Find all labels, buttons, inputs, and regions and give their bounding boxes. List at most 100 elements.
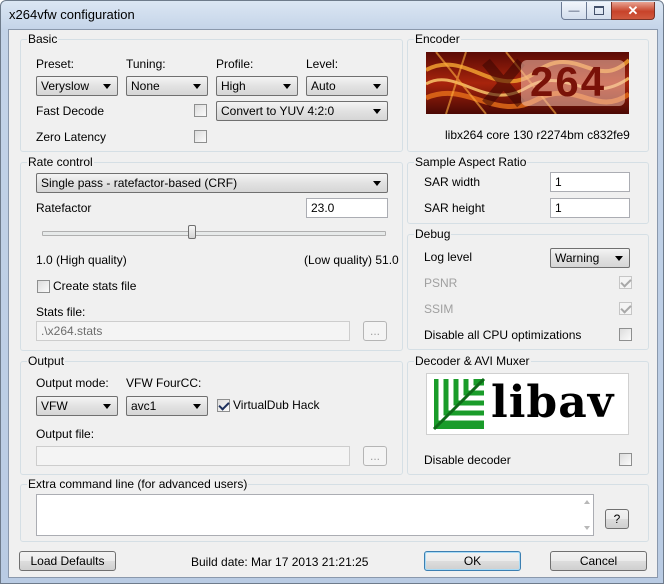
profile-select[interactable]: High [216,76,298,96]
preset-label: Preset: [36,57,75,71]
preset-value: Veryslow [41,79,90,93]
stats-file-value: .\x264.stats [41,324,103,338]
cancel-button[interactable]: Cancel [550,551,647,571]
chevron-down-icon [193,404,201,409]
stats-file-browse-button[interactable]: ... [363,321,387,341]
sar-height-value: 1 [555,201,562,215]
profile-label: Profile: [216,57,254,71]
encoder-group: Encoder 264 libx264 core 130 r2274bm c83… [407,32,649,152]
output-mode-value: VFW [41,399,68,413]
sar-width-input[interactable]: 1 [550,172,630,192]
log-level-select[interactable]: Warning [550,248,630,268]
output-group: Output Output mode: VFW FourCC: VFW avc1… [20,354,403,475]
disable-cpu-checkbox[interactable] [619,328,632,341]
ratefactor-slider-track[interactable] [42,231,386,236]
rate-control-mode-value: Single pass - ratefactor-based (CRF) [41,176,238,190]
sar-group-title: Sample Aspect Ratio [414,155,528,169]
close-button[interactable]: ✕ [611,2,655,20]
output-group-title: Output [27,354,66,368]
disable-decoder-label: Disable decoder [424,453,511,467]
stats-file-label: Stats file: [36,305,86,319]
fast-decode-checkbox[interactable] [194,104,207,117]
chevron-down-icon [283,84,291,89]
libav-logo: libav [426,373,629,435]
level-select[interactable]: Auto [306,76,388,96]
decoder-group: Decoder & AVI Muxer libav Disable decode… [407,354,649,475]
debug-group: Debug Log level Warning PSNR SSIM Disabl… [407,227,649,350]
rate-control-group-title: Rate control [27,155,94,169]
x264-logo-text: 264 [530,58,607,105]
create-stats-label: Create stats file [53,279,137,293]
maximize-icon [594,6,604,15]
chevron-down-icon [615,256,623,261]
encoder-group-title: Encoder [414,32,461,46]
title-bar[interactable]: x264vfw configuration — ✕ [1,1,663,29]
extra-cmdline-group: Extra command line (for advanced users) … [20,477,649,542]
debug-group-title: Debug [414,227,452,241]
stats-file-input[interactable]: .\x264.stats [36,321,350,341]
ratefactor-min-label: 1.0 (High quality) [36,253,127,267]
output-mode-select[interactable]: VFW [36,396,118,416]
output-file-input[interactable] [36,446,350,466]
scroll-up-icon[interactable] [584,500,590,504]
psnr-label: PSNR [424,276,458,290]
extra-cmdline-group-title: Extra command line (for advanced users) [27,477,249,491]
chevron-down-icon [103,404,111,409]
ssim-checkbox[interactable] [619,302,632,315]
decoder-group-title: Decoder & AVI Muxer [414,354,531,368]
output-file-browse-button[interactable]: ... [363,446,387,466]
sar-height-label: SAR height [424,201,485,215]
tuning-select[interactable]: None [126,76,208,96]
fast-decode-label: Fast Decode [36,104,105,118]
vdub-hack-checkbox[interactable] [217,399,230,412]
rate-control-group: Rate control Single pass - ratefactor-ba… [20,155,403,351]
disable-decoder-checkbox[interactable] [619,453,632,466]
extra-cmdline-textarea[interactable] [36,494,594,536]
fourcc-label: VFW FourCC: [126,376,202,390]
load-defaults-button[interactable]: Load Defaults [19,551,116,571]
psnr-checkbox[interactable] [619,276,632,289]
build-date: Build date: Mar 17 2013 21:21:25 [191,555,369,569]
sar-height-input[interactable]: 1 [550,198,630,218]
chevron-down-icon [373,181,381,186]
x264-logo: 264 [426,52,629,114]
ssim-label: SSIM [424,302,454,316]
ratefactor-slider-thumb[interactable] [188,225,197,239]
minimize-button[interactable]: — [561,2,587,20]
sar-width-label: SAR width [424,175,481,189]
create-stats-checkbox[interactable] [37,280,50,293]
chevron-down-icon [193,84,201,89]
ok-button[interactable]: OK [424,551,521,571]
dialog-client-area: Basic Preset: Tuning: Profile: Level: Ve… [8,29,658,578]
scroll-down-icon[interactable] [584,526,590,530]
output-mode-label: Output mode: [36,376,109,390]
chevron-down-icon [103,84,111,89]
encoder-version: libx264 core 130 r2274bm c832fe9 [445,128,630,142]
disable-cpu-label: Disable all CPU optimizations [424,328,582,342]
preset-select[interactable]: Veryslow [36,76,118,96]
libav-logo-text: libav [491,377,615,428]
level-label: Level: [306,57,339,71]
window-title: x264vfw configuration [9,7,135,22]
fourcc-select[interactable]: avc1 [126,396,208,416]
zero-latency-checkbox[interactable] [194,130,207,143]
maximize-button[interactable] [586,2,612,20]
zero-latency-label: Zero Latency [36,130,107,144]
ratefactor-max-label: (Low quality) 51.0 [304,253,399,267]
ratefactor-value: 23.0 [311,201,335,215]
chevron-down-icon [373,109,381,114]
vdub-hack-label: VirtualDub Hack [233,398,320,412]
help-button[interactable]: ? [605,509,629,529]
colorspace-select[interactable]: Convert to YUV 4:2:0 [216,101,388,121]
log-level-label: Log level [424,250,473,264]
minimize-icon: — [568,4,580,17]
profile-value: High [221,79,246,93]
colorspace-value: Convert to YUV 4:2:0 [221,104,335,118]
output-file-label: Output file: [36,427,95,441]
basic-group-title: Basic [27,32,59,46]
sar-group: Sample Aspect Ratio SAR width 1 SAR heig… [407,155,649,224]
rate-control-mode-select[interactable]: Single pass - ratefactor-based (CRF) [36,173,388,193]
tuning-value: None [131,79,160,93]
ratefactor-input[interactable]: 23.0 [306,198,388,218]
basic-group: Basic Preset: Tuning: Profile: Level: Ve… [20,32,403,152]
